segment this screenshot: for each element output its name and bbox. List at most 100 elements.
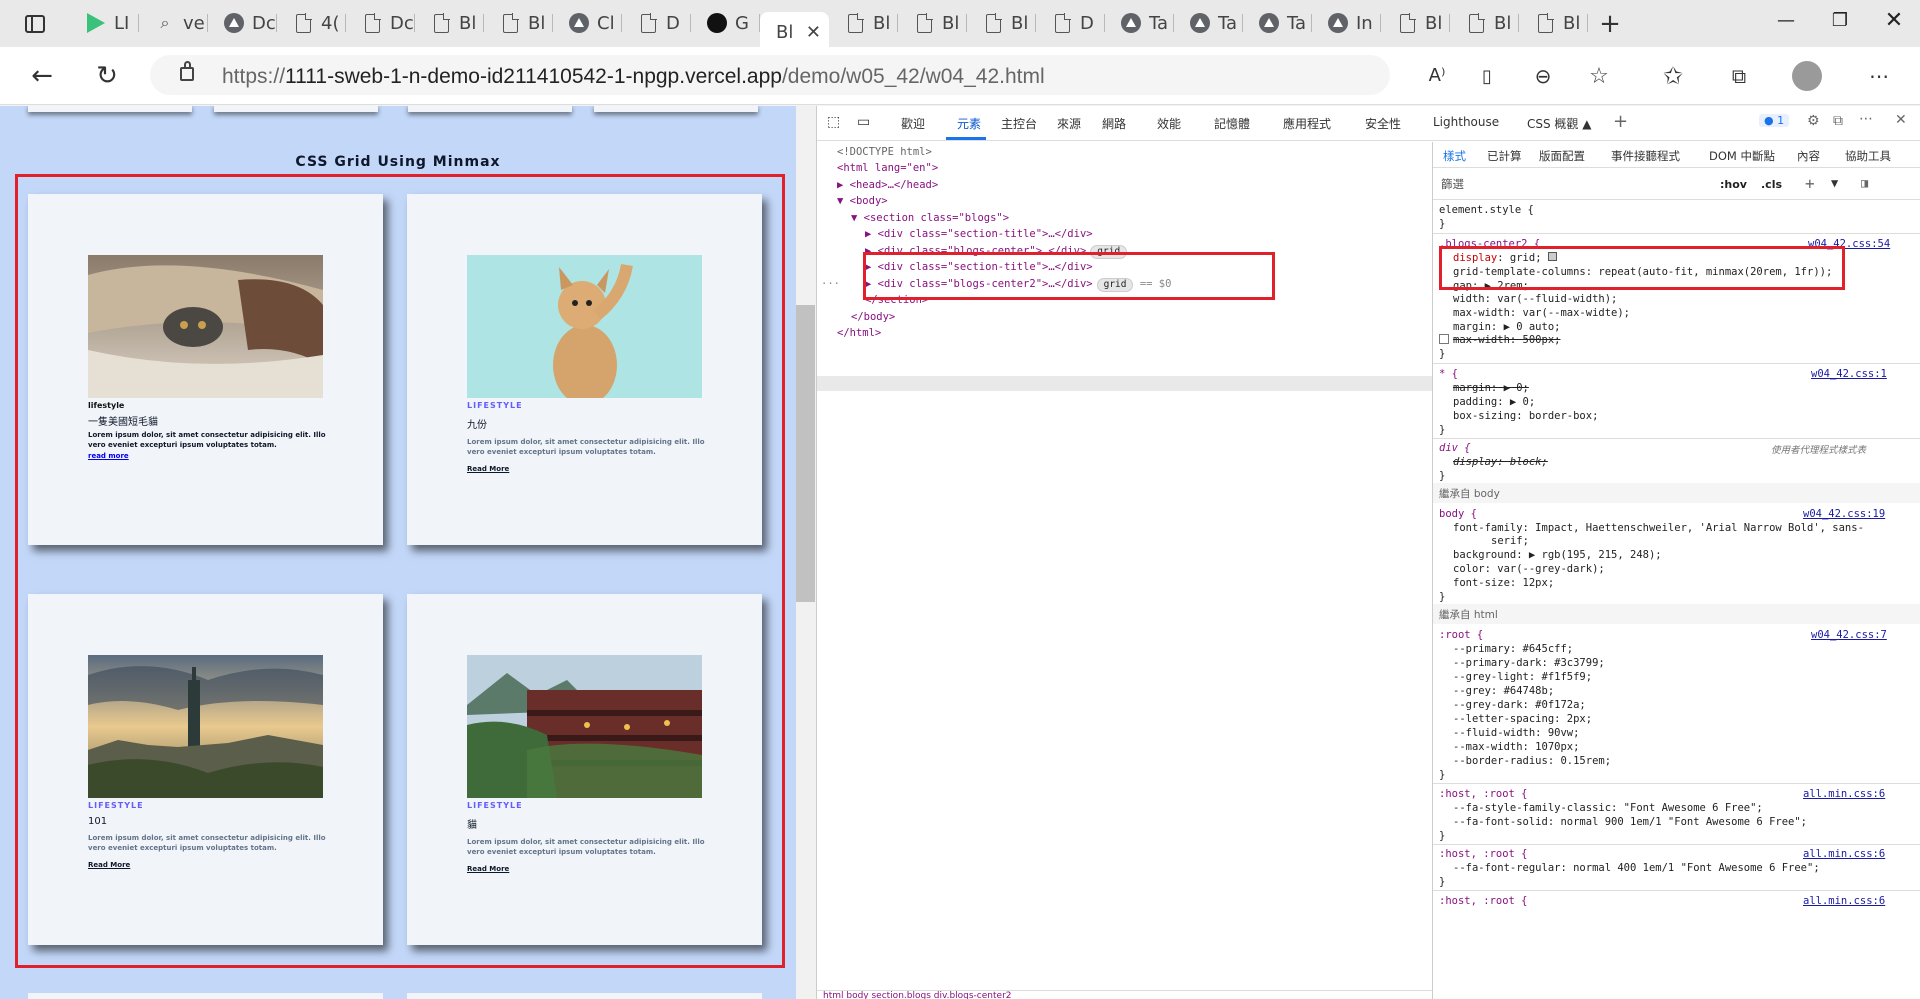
read-more-link[interactable]: Read More xyxy=(467,465,707,473)
decl-max-width-disabled[interactable]: max-width: 500px; xyxy=(1439,334,1560,346)
rule-source-link[interactable]: w04_42.css:1 xyxy=(1811,368,1887,380)
decl-fa-font-regular[interactable]: --fa-font-regular: normal 400 1em/1 "Fon… xyxy=(1453,862,1820,874)
paint-icon[interactable]: ▼ xyxy=(1831,176,1838,190)
close-tab-icon[interactable]: ✕ xyxy=(806,22,821,43)
rule-source-link[interactable]: all.min.css:6 xyxy=(1803,895,1885,907)
browser-tab[interactable]: 4( xyxy=(277,5,346,41)
browser-tab[interactable]: Bl xyxy=(1381,5,1450,41)
hov-toggle[interactable]: :hov xyxy=(1720,178,1747,191)
tab-lighthouse[interactable]: Lighthouse xyxy=(1433,115,1499,129)
browser-tab[interactable]: D xyxy=(622,5,691,41)
tab-css-overview[interactable]: CSS 概觀 ▲ xyxy=(1527,115,1591,132)
rule-source-link[interactable]: w04_42.css:7 xyxy=(1811,629,1887,641)
devtools-settings-icon[interactable]: ⚙ xyxy=(1807,113,1820,129)
collections-icon[interactable]: ⧉ xyxy=(1722,59,1756,93)
tab-dom-breakpoints[interactable]: DOM 中斷點 xyxy=(1709,148,1775,164)
devtools-more-icon[interactable]: ⋯ xyxy=(1859,111,1873,127)
tab-network[interactable]: 網路 xyxy=(1102,115,1126,132)
tab-application[interactable]: 應用程式 xyxy=(1283,115,1331,132)
browser-tab[interactable]: Ta xyxy=(1105,5,1174,41)
browser-tab[interactable]: Bl ✕ xyxy=(760,12,829,52)
immersive-reader-icon[interactable]: ▯ xyxy=(1470,59,1504,93)
browser-tab[interactable]: Bl xyxy=(415,5,484,41)
styles-filter-input[interactable]: 篩選 xyxy=(1437,172,1717,194)
tab-welcome[interactable]: 歡迎 xyxy=(901,115,925,132)
browser-tab[interactable]: Cl xyxy=(553,5,622,41)
browser-tab[interactable]: Bl xyxy=(1450,5,1519,41)
decl-margin-overridden[interactable]: margin: ▶ 0; xyxy=(1453,382,1529,394)
favorites-icon[interactable]: ✩ xyxy=(1656,59,1690,93)
tab-computed[interactable]: 已計算 xyxy=(1487,148,1522,164)
read-aloud-icon[interactable]: A⁾ xyxy=(1420,58,1454,92)
read-more-link[interactable]: read more xyxy=(88,452,328,460)
zoom-out-icon[interactable]: ⊖ xyxy=(1526,59,1560,93)
tab-elements[interactable]: 元素 xyxy=(957,115,981,132)
new-tab-button[interactable]: + xyxy=(1588,4,1632,44)
rule-source-link[interactable]: w04_42.css:19 xyxy=(1803,508,1885,520)
devtools-customize-icon[interactable]: ⧉ xyxy=(1833,113,1843,129)
decl-background[interactable]: background: ▶ rgb(195, 215, 248); xyxy=(1453,549,1662,561)
decl-var-primary[interactable]: --primary: #645cff; xyxy=(1453,643,1573,655)
decl-var-primary-dark[interactable]: --primary-dark: #3c3799; xyxy=(1453,657,1605,669)
page-scrollbar-thumb[interactable] xyxy=(796,305,815,602)
devtools-close-icon[interactable]: ✕ xyxy=(1895,112,1907,128)
decl-var-max-width[interactable]: --max-width: 1070px; xyxy=(1453,741,1579,753)
decl-box-sizing[interactable]: box-sizing: border-box; xyxy=(1453,410,1598,422)
decl-max-width[interactable]: max-width: var(--max-widte); xyxy=(1453,307,1630,319)
minimize-button[interactable]: — xyxy=(1758,0,1814,40)
decl-fa-style-family[interactable]: --fa-style-family-classic: "Font Awesome… xyxy=(1453,802,1763,814)
settings-menu-icon[interactable]: ⋯ xyxy=(1862,59,1896,93)
browser-tab[interactable]: ⌕ ve xyxy=(139,5,208,41)
tab-accessibility[interactable]: 協助工具 xyxy=(1845,148,1891,164)
browser-tab[interactable]: Bl xyxy=(1519,5,1588,41)
decl-var-letter-spacing[interactable]: --letter-spacing: 2px; xyxy=(1453,713,1592,725)
browser-tab[interactable]: Ta xyxy=(1243,5,1312,41)
tab-actions-button[interactable] xyxy=(0,0,70,47)
decl-fa-font-solid[interactable]: --fa-font-solid: normal 900 1em/1 "Font … xyxy=(1453,816,1807,828)
tab-memory[interactable]: 記憶體 xyxy=(1214,115,1250,132)
decl-width[interactable]: width: var(--fluid-width); xyxy=(1453,293,1617,305)
read-more-link[interactable]: Read More xyxy=(467,865,707,873)
rule-source-link[interactable]: all.min.css:6 xyxy=(1803,848,1885,860)
back-button[interactable]: ← xyxy=(25,59,59,93)
tab-console[interactable]: 主控台 xyxy=(1001,115,1037,132)
browser-tab[interactable]: Ta xyxy=(1174,5,1243,41)
inspect-element-icon[interactable]: ⬚ xyxy=(827,114,840,130)
tab-layout[interactable]: 版面配置 xyxy=(1539,148,1585,164)
close-window-button[interactable]: ✕ xyxy=(1866,0,1920,40)
refresh-button[interactable]: ↻ xyxy=(90,59,124,93)
decl-font-size[interactable]: font-size: 12px; xyxy=(1453,577,1554,589)
browser-tab[interactable]: Dc xyxy=(208,5,277,41)
read-more-link[interactable]: Read More xyxy=(88,861,328,869)
decl-padding[interactable]: padding: ▶ 0; xyxy=(1453,396,1535,408)
tab-properties[interactable]: 內容 xyxy=(1797,148,1820,164)
dom-head[interactable]: ▶ <head>…</head> xyxy=(837,177,938,193)
tab-sources[interactable]: 來源 xyxy=(1057,115,1081,132)
dom-section[interactable]: ▼ <section class="blogs"> xyxy=(851,210,1009,226)
device-toolbar-icon[interactable]: ▭ xyxy=(857,114,870,130)
cls-toggle[interactable]: .cls xyxy=(1761,178,1782,191)
sidebar-toggle-icon[interactable]: ◨ xyxy=(1861,176,1868,190)
decl-color[interactable]: color: var(--grey-dark); xyxy=(1453,563,1605,575)
browser-tab[interactable]: LI xyxy=(70,5,139,41)
browser-tab[interactable]: Bl xyxy=(967,5,1036,41)
dom-body[interactable]: ▼ <body> xyxy=(837,193,888,209)
decl-var-grey-dark[interactable]: --grey-dark: #0f172a; xyxy=(1453,699,1586,711)
browser-tab[interactable]: Bl xyxy=(829,5,898,41)
tab-event-listeners[interactable]: 事件接聽程式 xyxy=(1611,148,1680,164)
decl-font-family[interactable]: font-family: Impact, Haettenschweiler, '… xyxy=(1453,522,1864,534)
add-favorite-icon[interactable]: ☆ xyxy=(1582,59,1616,93)
decl-var-fluid-width[interactable]: --fluid-width: 90vw; xyxy=(1453,727,1579,739)
more-tabs-icon[interactable]: + xyxy=(1613,111,1628,132)
dom-breadcrumb[interactable]: html body section.blogs div.blogs-center… xyxy=(817,990,1432,999)
rule-source-link[interactable]: all.min.css:6 xyxy=(1803,788,1885,800)
decl-var-border-radius[interactable]: --border-radius: 0.15rem; xyxy=(1453,755,1611,767)
browser-tab[interactable]: D xyxy=(1036,5,1105,41)
address-bar[interactable]: https://1111-sweb-1-n-demo-id211410542-1… xyxy=(150,55,1445,95)
decl-margin[interactable]: margin: ▶ 0 auto; xyxy=(1453,321,1560,333)
dom-html[interactable]: <html lang="en"> xyxy=(837,160,938,176)
decl-var-grey-light[interactable]: --grey-light: #f1f5f9; xyxy=(1453,671,1592,683)
tab-performance[interactable]: 效能 xyxy=(1157,115,1181,132)
profile-avatar[interactable] xyxy=(1790,59,1824,93)
tab-security[interactable]: 安全性 xyxy=(1365,115,1401,132)
